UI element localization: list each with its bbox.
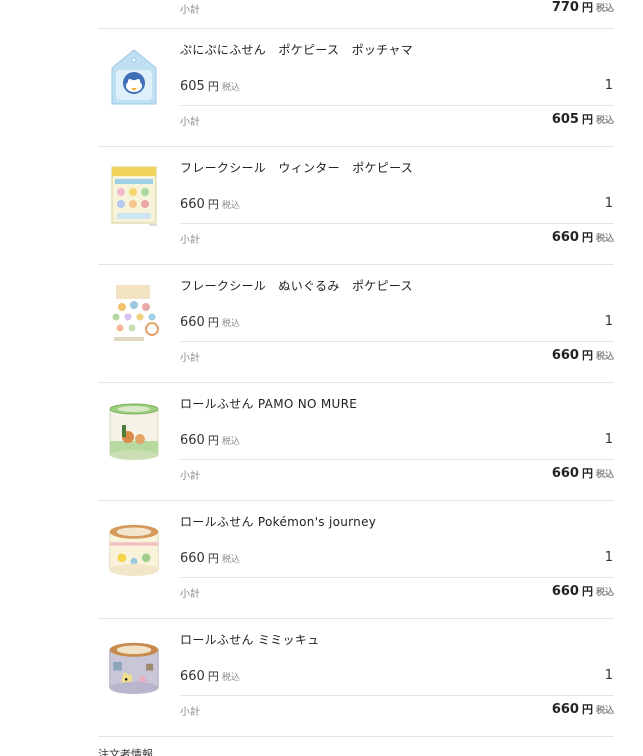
cart-item: ロールふせん ミミッキュ 660 円税込 1 小計 660 円税込 — [98, 619, 614, 737]
price-row: 605 円税込 1 — [180, 71, 614, 106]
unit-price: 660 円税込 — [180, 433, 240, 448]
pochama-sticky-note-icon[interactable] — [108, 47, 160, 109]
subtotal-label: 小計 — [180, 117, 200, 128]
subtotal-value: 770 円税込 — [551, 0, 614, 15]
quantity-value: 1 — [604, 432, 613, 447]
flake-sticker-winter-icon[interactable] — [108, 165, 160, 227]
subtotal-label: 小計 — [180, 235, 200, 246]
roll-sticky-journey-icon[interactable] — [108, 519, 160, 581]
cart-item: ロールふせん PAMO NO MURE 660 円税込 1 小計 660 円税込 — [98, 383, 614, 501]
product-name[interactable]: ロールふせん Pokémon's journey — [180, 513, 376, 530]
product-name[interactable]: ロールふせん ミミッキュ — [180, 631, 319, 648]
subtotal-label: 小計 — [180, 5, 200, 16]
cart-item: フレークシール ぬいぐるみ ポケピース 660 円税込 1 小計 660 円税込 — [98, 265, 614, 383]
subtotal-value: 660 円税込 — [551, 230, 614, 245]
subtotal-row: 小計 605 円税込 — [180, 107, 614, 131]
subtotal-value: 660 円税込 — [551, 348, 614, 363]
product-name[interactable]: ロールふせん PAMO NO MURE — [180, 395, 357, 412]
roll-sticky-mimikyu-icon[interactable] — [108, 637, 160, 699]
subtotal-label: 小計 — [180, 353, 200, 364]
subtotal-row: 小計 660 円税込 — [180, 225, 614, 249]
quantity-value: 1 — [604, 314, 613, 329]
subtotal-row: 小計 660 円税込 — [180, 579, 614, 603]
unit-price: 660 円税込 — [180, 197, 240, 212]
unit-price: 660 円税込 — [180, 315, 240, 330]
cart-item: ぷにぷにふせん ポケピース ポッチャマ 605 円税込 1 小計 605 円税込 — [98, 29, 614, 147]
subtotal-row: 小計 770 円税込 — [180, 0, 614, 19]
subtotal-value: 660 円税込 — [551, 584, 614, 599]
product-name[interactable]: フレークシール ぬいぐるみ ポケピース — [180, 277, 413, 294]
product-name[interactable]: フレークシール ウィンター ポケピース — [180, 159, 413, 176]
cart-item-partial: 小計 770 円税込 — [98, 0, 614, 29]
subtotal-row: 小計 660 円税込 — [180, 343, 614, 367]
quantity-value: 1 — [604, 668, 613, 683]
roll-sticky-pamo-icon[interactable] — [108, 401, 160, 463]
quantity-value: 1 — [604, 196, 613, 211]
unit-price: 605 円税込 — [180, 79, 240, 94]
unit-price: 660 円税込 — [180, 551, 240, 566]
subtotal-value: 605 円税込 — [551, 112, 614, 127]
unit-price: 660 円税込 — [180, 669, 240, 684]
subtotal-label: 小計 — [180, 589, 200, 600]
price-row: 660 円税込 1 — [180, 189, 614, 224]
cart-item: ロールふせん Pokémon's journey 660 円税込 1 小計 660… — [98, 501, 614, 619]
cart-item-list: 小計 770円税込 ぷにぷにふせん ポケピース ポッチャマ 605円税込 1 — [98, 0, 614, 737]
price-row: 660 円税込 1 — [180, 425, 614, 460]
subtotal-label: 小計 — [180, 471, 200, 482]
subtotal-row: 小計 660 円税込 — [180, 461, 614, 485]
price-row: 660 円税込 1 — [180, 543, 614, 578]
quantity-value: 1 — [604, 550, 613, 565]
price-row: 660 円税込 1 — [180, 307, 614, 342]
subtotal-value: 660 円税込 — [551, 702, 614, 717]
subtotal-label: 小計 — [180, 707, 200, 718]
product-name[interactable]: ぷにぷにふせん ポケピース ポッチャマ — [180, 41, 413, 58]
subtotal-row: 小計 660 円税込 — [180, 697, 614, 721]
quantity-value: 1 — [604, 78, 613, 93]
subtotal-value: 660 円税込 — [551, 466, 614, 481]
cart-item: フレークシール ウィンター ポケピース 660 円税込 1 小計 660 円税込 — [98, 147, 614, 265]
price-row: 660 円税込 1 — [180, 661, 614, 696]
orderer-info-heading: 注文者情報 — [98, 748, 153, 756]
flake-sticker-plush-icon[interactable] — [108, 283, 160, 345]
